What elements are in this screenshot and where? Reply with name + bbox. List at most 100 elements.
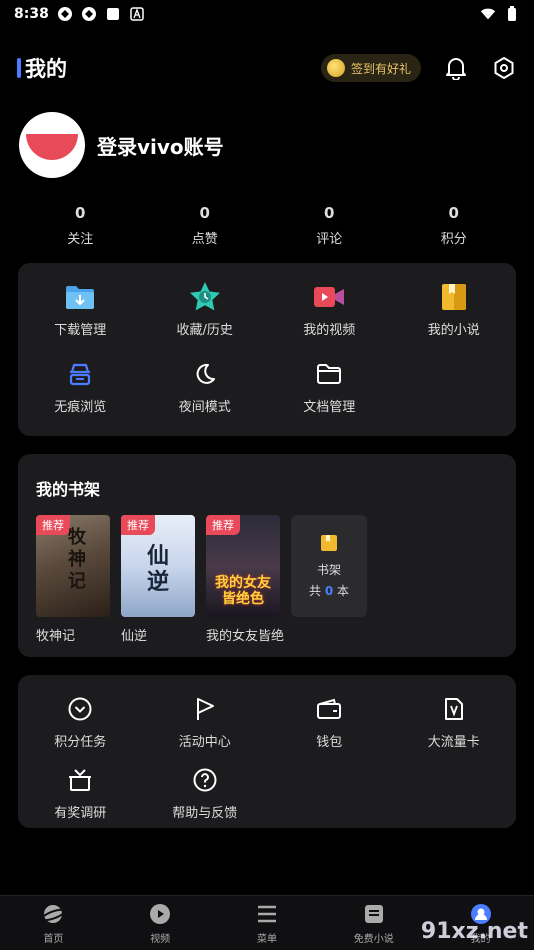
a-notification-icon (129, 6, 145, 22)
stat-points[interactable]: 0 积分 (392, 204, 517, 247)
app-notification-icon (81, 6, 97, 22)
service-label: 有奖调研 (54, 806, 107, 821)
stats-row: 0 关注 0 点赞 0 评论 0 积分 (18, 204, 516, 247)
stat-likes[interactable]: 0 点赞 (143, 204, 268, 247)
site-watermark: 91xz.net (420, 919, 528, 944)
service-label: 帮助与反馈 (172, 806, 238, 821)
stat-comments[interactable]: 0 评论 (267, 204, 392, 247)
profile-section[interactable]: 登录vivo账号 (19, 112, 224, 178)
cover-text: 牧神记 (68, 527, 86, 592)
stat-label: 评论 (316, 232, 343, 247)
tool-night-mode[interactable]: 夜间模式 (143, 358, 268, 415)
square-notification-icon (105, 6, 121, 22)
nav-label: 菜单 (256, 933, 277, 945)
checkin-label: 签到有好礼 (350, 61, 411, 76)
wifi-icon (480, 6, 496, 22)
tools-card: 下载管理 收藏/历史 我的视频 我的小说 无痕浏览 夜间模式 文档管理 (18, 263, 516, 436)
play-circle-icon (148, 902, 172, 926)
recommend-badge: 推荐 (121, 515, 155, 535)
checkin-button[interactable]: 签到有好礼 (320, 54, 421, 82)
book-item[interactable]: 推荐 牧神记 牧神记 (36, 515, 110, 644)
folder-icon (313, 358, 345, 390)
tool-label: 下载管理 (54, 323, 107, 338)
tool-document-manager[interactable]: 文档管理 (267, 358, 392, 415)
stat-value: 0 (199, 204, 210, 222)
service-label: 钱包 (316, 735, 343, 750)
tool-my-videos[interactable]: 我的视频 (267, 281, 392, 338)
app-notification-icon (57, 6, 73, 22)
book-item[interactable]: 推荐 仙逆 仙逆 (121, 515, 195, 644)
flag-icon (189, 693, 221, 725)
tool-my-novels[interactable]: 我的小说 (392, 281, 517, 338)
sim-card-icon (438, 693, 470, 725)
book-title: 仙逆 (121, 629, 148, 644)
bell-icon[interactable] (443, 55, 469, 81)
status-bar: 8:38 (0, 0, 534, 28)
nav-home[interactable]: 首页 (0, 896, 107, 950)
chevron-circle-icon (64, 693, 96, 725)
menu-icon (255, 902, 279, 926)
tool-label: 我的视频 (303, 323, 356, 338)
nav-label: 视频 (150, 933, 171, 945)
service-wallet[interactable]: 钱包 (267, 693, 392, 750)
book-cover[interactable]: 推荐 牧神记 (36, 515, 110, 617)
home-planet-icon (41, 902, 66, 926)
book-icon (438, 281, 470, 313)
tool-label: 文档管理 (303, 400, 356, 415)
service-label: 积分任务 (54, 735, 107, 750)
service-points-tasks[interactable]: 积分任务 (18, 693, 143, 750)
nav-video[interactable]: 视频 (107, 896, 214, 950)
stat-label: 点赞 (191, 232, 218, 247)
book-title: 我的女友皆绝色 (206, 629, 284, 644)
recommend-badge: 推荐 (206, 515, 240, 535)
cover-text: 我的女友皆绝色 (215, 575, 271, 607)
recommend-badge: 推荐 (36, 515, 70, 535)
bookshelf-count: 共 0 本 (308, 584, 350, 598)
login-link[interactable]: 登录vivo账号 (97, 131, 224, 160)
video-camera-icon (313, 281, 345, 313)
novel-icon (362, 902, 386, 926)
gift-box-icon (64, 764, 96, 796)
moon-icon (189, 358, 221, 390)
services-card: 积分任务 活动中心 钱包 大流量卡 有奖调研 帮助与反馈 (18, 675, 516, 828)
book-title: 牧神记 (36, 629, 76, 644)
cover-text: 仙逆 (147, 543, 170, 595)
tool-incognito[interactable]: 无痕浏览 (18, 358, 143, 415)
nav-label: 免费小说 (353, 933, 394, 945)
coin-icon (326, 59, 345, 77)
book-item[interactable]: 推荐 我的女友皆绝色 我的女友皆绝色 (206, 515, 284, 644)
tool-favorites-history[interactable]: 收藏/历史 (143, 281, 268, 338)
stat-value: 0 (448, 204, 459, 222)
avatar[interactable] (19, 112, 85, 178)
download-folder-icon (64, 281, 96, 313)
tool-label: 无痕浏览 (54, 400, 107, 415)
nav-label: 首页 (43, 933, 64, 945)
service-data-card[interactable]: 大流量卡 (392, 693, 517, 750)
stat-follow[interactable]: 0 关注 (18, 204, 143, 247)
tool-label: 收藏/历史 (176, 323, 233, 338)
star-clock-icon (189, 281, 221, 313)
page-title: 我的 (25, 57, 67, 81)
service-help-feedback[interactable]: 帮助与反馈 (143, 764, 268, 821)
tool-label: 夜间模式 (178, 400, 231, 415)
bookshelf-button[interactable]: 书架 共 0 本 (291, 515, 367, 617)
title-accent-bar (17, 58, 21, 78)
nav-menu[interactable]: 菜单 (214, 896, 321, 950)
incognito-icon (64, 358, 96, 390)
settings-icon[interactable] (491, 55, 517, 81)
bookshelf-title: 我的书架 (36, 480, 101, 499)
stat-label: 关注 (67, 232, 94, 247)
book-cover[interactable]: 推荐 仙逆 (121, 515, 195, 617)
service-activity-center[interactable]: 活动中心 (143, 693, 268, 750)
service-survey[interactable]: 有奖调研 (18, 764, 143, 821)
battery-icon (504, 6, 520, 22)
stat-value: 0 (324, 204, 335, 222)
book-cover[interactable]: 推荐 我的女友皆绝色 (206, 515, 280, 617)
bookshelf-card: 我的书架 推荐 牧神记 牧神记 推荐 仙逆 仙逆 推荐 我的女友皆绝色 我的女友… (18, 454, 516, 657)
tool-label: 我的小说 (427, 323, 480, 338)
nav-free-novels[interactable]: 免费小说 (320, 896, 427, 950)
stat-value: 0 (75, 204, 86, 222)
help-circle-icon (189, 764, 221, 796)
tool-download-manager[interactable]: 下载管理 (18, 281, 143, 338)
status-time: 8:38 (14, 6, 49, 22)
